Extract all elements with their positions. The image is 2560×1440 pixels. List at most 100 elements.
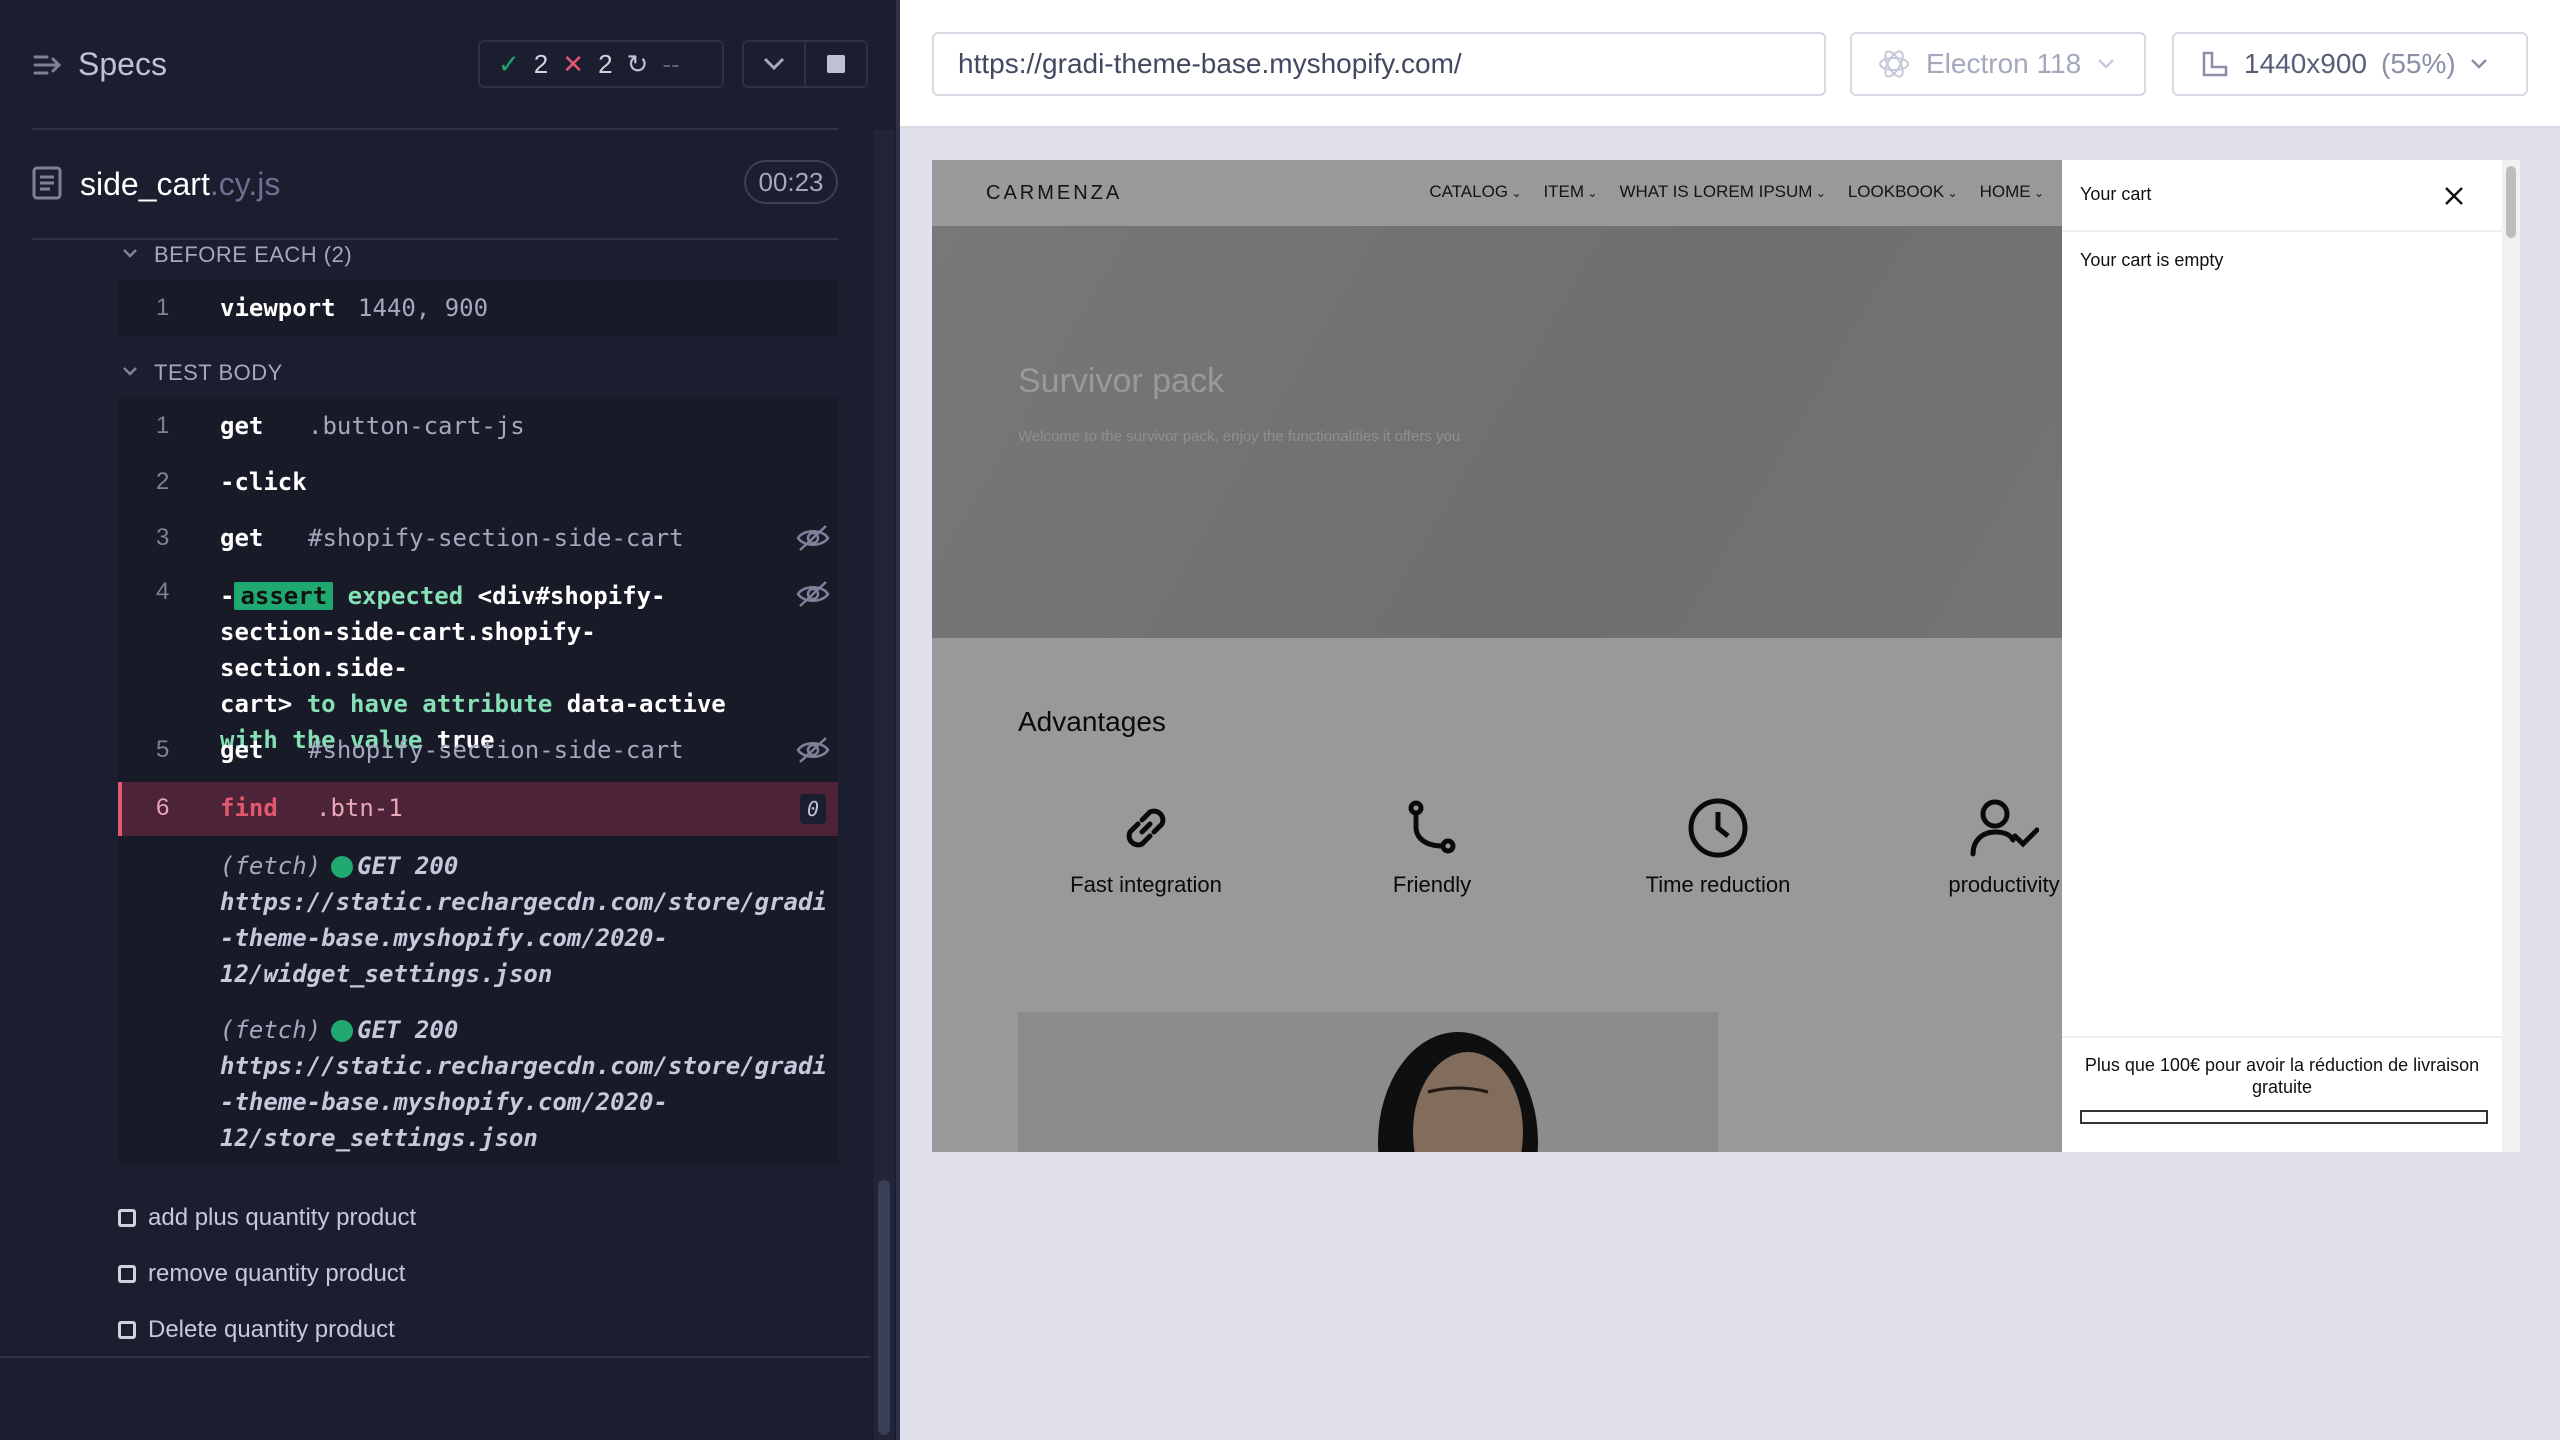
collapse-chevron-icon[interactable] <box>122 246 138 262</box>
fetch-url-end: 12/widget_settings.json <box>220 960 553 988</box>
reporter-scroll-thumb[interactable] <box>878 1180 890 1435</box>
specs-title[interactable]: Specs <box>78 46 167 83</box>
assert-message: - assert expected <div#shopify- section-s… <box>220 582 726 754</box>
document-icon <box>32 166 62 200</box>
pending-checkbox-icon <box>118 1321 136 1339</box>
command-number: 6 <box>156 794 170 821</box>
iframe-scroll-thumb[interactable] <box>2506 166 2516 238</box>
cart-title: Your cart <box>2080 184 2152 204</box>
aut-iframe: CARMENZA CATALOG ITEM WHAT IS LOREM IPSU… <box>932 160 2520 1152</box>
test-title: add plus quantity product <box>148 1204 417 1231</box>
assert-command-row[interactable]: 4 - assert expected <div#shopify- section… <box>118 578 838 754</box>
test-body-label[interactable]: TEST BODY <box>154 360 283 386</box>
test-item[interactable]: add plus quantity product <box>118 1204 416 1232</box>
shop-page: CARMENZA CATALOG ITEM WHAT IS LOREM IPSU… <box>932 160 2062 1152</box>
fetch-log-entry[interactable]: (fetch) GET 200 https://static.rechargecd… <box>220 1012 840 1156</box>
test-title: remove quantity product <box>148 1260 406 1287</box>
command-name: -click <box>220 468 307 496</box>
fetch-method: GET 200 <box>357 1016 459 1044</box>
assert-tag: assert <box>234 582 334 610</box>
preview-toolbar: https://gradi-theme-base.myshopify.com/ … <box>900 0 2560 128</box>
assert-subject: <div#shopify- <box>477 582 666 610</box>
fetch-url: https://static.rechargecdn.com/store/gra… <box>220 1052 827 1080</box>
command-name: viewport <box>220 294 336 322</box>
command-name: get <box>220 736 264 764</box>
assert-subject-end: cart> <box>220 690 293 718</box>
specs-list-icon[interactable] <box>32 50 62 80</box>
run-controls <box>742 40 868 88</box>
free-shipping-progress <box>2080 1110 2488 1124</box>
close-icon[interactable] <box>2436 178 2472 214</box>
cart-footer: Plus que 100€ pour avoir la réduction de… <box>2062 1036 2502 1152</box>
command-number: 1 <box>156 294 170 321</box>
free-shipping-message: Plus que 100€ pour avoir la réduction de… <box>2084 1055 2480 1097</box>
collapse-chevron-icon[interactable] <box>122 364 138 380</box>
before-each-label[interactable]: BEFORE EACH (2) <box>154 242 352 268</box>
eye-slash-icon[interactable] <box>796 736 830 764</box>
stop-icon <box>827 55 845 73</box>
viewport-scale: (55%) <box>2381 48 2456 79</box>
command-name: get <box>220 524 264 552</box>
command-name: find <box>220 794 278 822</box>
browser-selector[interactable]: Electron 118 <box>1850 32 2146 96</box>
viewport-selector[interactable]: 1440x900 (55%) <box>2172 32 2528 96</box>
test-item[interactable]: Delete quantity product <box>118 1316 395 1344</box>
element-count-badge: 0 <box>800 794 826 824</box>
pending-checkbox-icon <box>118 1209 136 1227</box>
status-dot-icon <box>331 856 354 878</box>
assert-attribute: data-active <box>566 690 726 718</box>
status-dot-icon <box>331 1020 354 1042</box>
pending-checkbox-icon <box>118 1265 136 1283</box>
test-item[interactable]: remove quantity product <box>118 1260 405 1288</box>
test-title: Delete quantity product <box>148 1316 395 1343</box>
chevron-down-icon <box>763 57 785 71</box>
passed-check-icon: ✓ <box>498 48 520 79</box>
command-number: 5 <box>156 736 170 763</box>
fetch-url: https://static.rechargecdn.com/store/gra… <box>220 888 827 916</box>
command-message: .btn-1 <box>316 794 403 822</box>
command-log-panel: Specs ✓ 2 ✕ 2 ↻ -- side_cart.cy.js 00:23… <box>0 0 900 1440</box>
fetch-tag: (fetch) <box>220 1016 322 1044</box>
assert-expected: expected <box>347 582 464 610</box>
cart-header: Your cart <box>2062 160 2502 232</box>
command-name: get <box>220 412 264 440</box>
command-number: 2 <box>156 468 170 495</box>
expand-button[interactable] <box>744 42 806 86</box>
chevron-down-icon <box>2470 59 2487 69</box>
fetch-url-end: 12/store_settings.json <box>220 1124 538 1152</box>
fetch-log-entry[interactable]: (fetch) GET 200 https://static.rechargecd… <box>220 848 840 992</box>
passed-count: 2 <box>533 48 549 79</box>
command-message: #shopify-section-side-cart <box>308 524 684 552</box>
spec-extension: .cy.js <box>209 166 281 202</box>
cart-backdrop[interactable] <box>932 160 2062 1152</box>
eye-slash-icon[interactable] <box>796 580 830 608</box>
test-stats: ✓ 2 ✕ 2 ↻ -- <box>478 40 724 88</box>
stop-button[interactable] <box>806 42 866 86</box>
spec-divider <box>32 238 838 240</box>
failed-count: 2 <box>598 48 613 79</box>
url-bar[interactable]: https://gradi-theme-base.myshopify.com/ <box>932 32 1826 96</box>
app-preview-panel: https://gradi-theme-base.myshopify.com/ … <box>900 0 2560 1440</box>
failed-x-icon: ✕ <box>562 48 585 79</box>
spec-filename: side_cart.cy.js <box>80 166 280 203</box>
pending-spinner-icon: ↻ <box>626 48 649 79</box>
ruler-icon <box>2202 51 2228 77</box>
browser-name: Electron 118 <box>1926 48 2082 79</box>
electron-icon <box>1879 50 1909 78</box>
fetch-url-cont: -theme-base.myshopify.com/2020- <box>220 1088 668 1116</box>
command-message: 1440, 900 <box>358 294 489 322</box>
failed-command-row[interactable]: 6 find .btn-1 0 <box>118 782 838 836</box>
assert-subject-cont: section-side-cart.shopify-section.side- <box>220 618 596 682</box>
spec-file-row[interactable]: side_cart.cy.js 00:23 <box>32 160 838 208</box>
fetch-tag: (fetch) <box>220 852 322 880</box>
eye-slash-icon[interactable] <box>796 524 830 552</box>
pending-count: -- <box>662 48 680 79</box>
assert-verb: to have attribute <box>306 690 553 718</box>
chevron-down-icon <box>2098 59 2115 69</box>
iframe-scrollbar[interactable] <box>2502 160 2520 1152</box>
before-each-commands: 1 viewport 1440, 900 <box>118 280 838 336</box>
fetch-method: GET 200 <box>357 852 459 880</box>
fetch-url-cont: -theme-base.myshopify.com/2020- <box>220 924 668 952</box>
spec-name: side_cart <box>80 166 210 202</box>
viewport-size: 1440x900 <box>2244 48 2368 79</box>
